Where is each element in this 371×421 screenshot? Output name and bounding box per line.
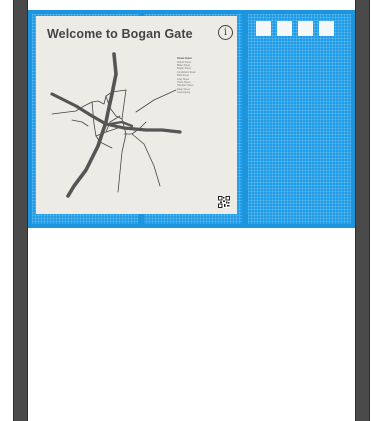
- white-square: [277, 21, 292, 36]
- street-line: [135, 89, 177, 113]
- map-panel: Welcome to Bogan Gate i Street Index Abb…: [36, 16, 237, 214]
- left-post: [13, 0, 28, 421]
- street-line: [117, 89, 127, 193]
- board-divider: [242, 10, 248, 228]
- town-map: [50, 52, 182, 198]
- qr-code-icon: [218, 196, 230, 208]
- street-line: [71, 119, 89, 127]
- street-line: [51, 89, 127, 115]
- white-square: [298, 21, 313, 36]
- street-index: Street Index Abbott Street Blake Street …: [177, 57, 229, 95]
- right-post: [355, 0, 370, 421]
- white-square: [319, 21, 334, 36]
- street-index-item: Gooloogong: [177, 91, 191, 95]
- main-road: [50, 92, 182, 134]
- street-line: [131, 133, 161, 187]
- white-square: [256, 21, 271, 36]
